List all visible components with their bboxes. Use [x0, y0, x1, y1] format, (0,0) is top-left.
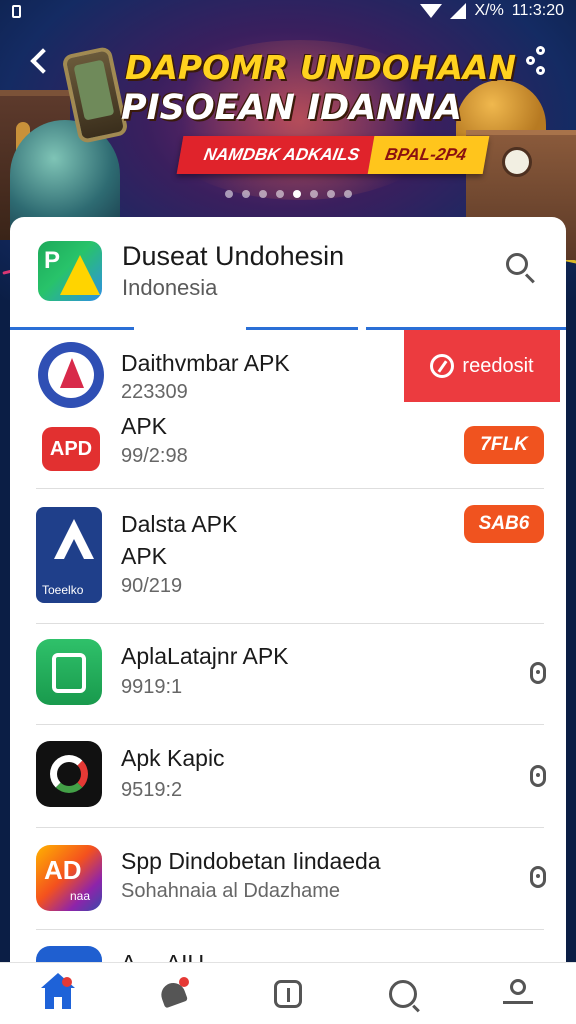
- dalsta-icon-label: Toeelko: [42, 583, 84, 597]
- spp-icon-label: naa: [70, 889, 91, 903]
- wifi-icon: [420, 4, 443, 18]
- app-logo-text: P: [44, 247, 61, 274]
- app-list-card: P Duseat Undohesin Indonesia Daithvmbar …: [10, 217, 566, 962]
- carousel-dots[interactable]: [0, 190, 576, 198]
- signal-icon: [450, 3, 467, 19]
- notification-badge: [178, 976, 189, 987]
- banner-ribbon-label: NAMDBK ADKAILS: [176, 136, 375, 174]
- item-title: APK: [121, 413, 168, 439]
- app-name: Duseat Undohesin: [122, 241, 345, 271]
- info-icon: [273, 979, 302, 1008]
- spp-icon-text: AD: [44, 855, 82, 885]
- notification-badge: [61, 976, 72, 987]
- item-subtitle: 9519:2: [121, 779, 183, 801]
- app-region: Indonesia: [122, 275, 218, 300]
- chat-search-icon: [389, 979, 418, 1008]
- share-icon: [536, 46, 545, 55]
- apd-app-icon: APD: [42, 427, 100, 471]
- app-logo: P: [38, 241, 102, 301]
- share-icon-node: [526, 56, 535, 65]
- spp-dindobetan-app-icon: AD naa: [36, 845, 102, 911]
- item-title-secondary: APK: [121, 543, 168, 569]
- list-item[interactable]: Daithvmbar APK 223309 reedosit APD APK 9…: [10, 327, 566, 487]
- item-title: AplaLatajnr APK: [121, 643, 289, 669]
- banner-title-line2: PISOEAN IDANNA: [121, 88, 462, 128]
- status-bar: X/% 11:3:20: [0, 0, 576, 22]
- sim-card-icon: [12, 4, 21, 18]
- carousel-dot[interactable]: [224, 190, 233, 198]
- search-icon: [506, 253, 528, 275]
- item-title: A ... AIU ...: [121, 950, 230, 962]
- home-icon: [40, 972, 75, 1009]
- search-button[interactable]: [504, 251, 538, 285]
- item-title: Apk Kapic: [121, 745, 225, 771]
- list-item[interactable]: AD naa Spp Dindobetan Iindaeda Sohahnaia…: [10, 828, 566, 928]
- app-header: P Duseat Undohesin Indonesia: [10, 217, 566, 327]
- daithvmbar-app-icon: [38, 342, 104, 408]
- item-subtitle: 223309: [121, 381, 188, 403]
- back-button[interactable]: [22, 44, 56, 78]
- carousel-dot[interactable]: [326, 190, 335, 198]
- banner-ribbon[interactable]: NAMDBK ADKAILS BPAL-2P4: [176, 136, 490, 174]
- 7flk-button[interactable]: 7FLK: [464, 426, 544, 464]
- item-subtitle: 90/219: [121, 575, 183, 597]
- partial-app-icon: [36, 946, 102, 962]
- apk-kapic-app-icon: [36, 741, 102, 807]
- dalsta-app-icon: Toeelko: [36, 507, 102, 603]
- clock-icon: [502, 147, 532, 177]
- share-button[interactable]: [522, 44, 556, 78]
- sab6-button[interactable]: SAB6: [464, 505, 544, 543]
- bottom-navigation: [0, 962, 576, 1024]
- battery-text: X/%: [474, 2, 504, 19]
- list-item[interactable]: Toeelko Dalsta APK APK 90/219 SAB6: [10, 489, 566, 622]
- item-subtitle: 99/2:98: [121, 445, 188, 467]
- chevron-left-icon: [30, 48, 56, 74]
- nav-profile[interactable]: [488, 969, 548, 1019]
- item-subtitle: Sohahnaia al Ddazhame: [121, 880, 341, 902]
- item-title: Daithvmbar APK: [121, 350, 290, 376]
- banner-ribbon-code: BPAL-2P4: [367, 136, 490, 174]
- banner-title-line1: DAPOMR UNDOHAAN: [125, 48, 517, 87]
- carousel-dot[interactable]: [275, 190, 284, 198]
- more-options-icon[interactable]: [530, 662, 546, 684]
- carousel-dot[interactable]: [292, 190, 301, 198]
- deposit-label: reedosit: [462, 354, 534, 377]
- nav-notifications[interactable]: [143, 969, 203, 1019]
- share-icon-node: [536, 66, 545, 75]
- status-right: X/% 11:3:20: [420, 2, 564, 20]
- more-options-icon[interactable]: [530, 765, 546, 787]
- nav-home[interactable]: [28, 969, 88, 1019]
- deposit-button[interactable]: reedosit: [404, 330, 560, 402]
- carousel-dot[interactable]: [241, 190, 250, 198]
- nav-info[interactable]: [258, 969, 318, 1019]
- item-subtitle: 9919:1: [121, 676, 183, 698]
- list-item[interactable]: Apk Kapic 9519:2: [10, 725, 566, 827]
- profile-icon: [503, 978, 534, 1009]
- apd-icon-text: APD: [49, 437, 93, 460]
- deposit-icon: [430, 354, 455, 378]
- more-options-icon[interactable]: [530, 866, 546, 888]
- carousel-dot[interactable]: [258, 190, 267, 198]
- list-item[interactable]: A ... AIU ...: [10, 930, 566, 962]
- item-title: Spp Dindobetan Iindaeda: [121, 848, 381, 874]
- carousel-dot[interactable]: [309, 190, 318, 198]
- banner-title: DAPOMR UNDOHAAN PISOEAN IDANNA: [121, 48, 516, 128]
- item-title: Dalsta APK: [121, 511, 238, 537]
- status-time: 11:3:20: [511, 2, 564, 19]
- carousel-dot[interactable]: [343, 190, 352, 198]
- nav-search[interactable]: [373, 969, 433, 1019]
- list-item[interactable]: AplaLatajnr APK 9919:1: [10, 624, 566, 724]
- aplalatajnr-app-icon: [36, 639, 102, 705]
